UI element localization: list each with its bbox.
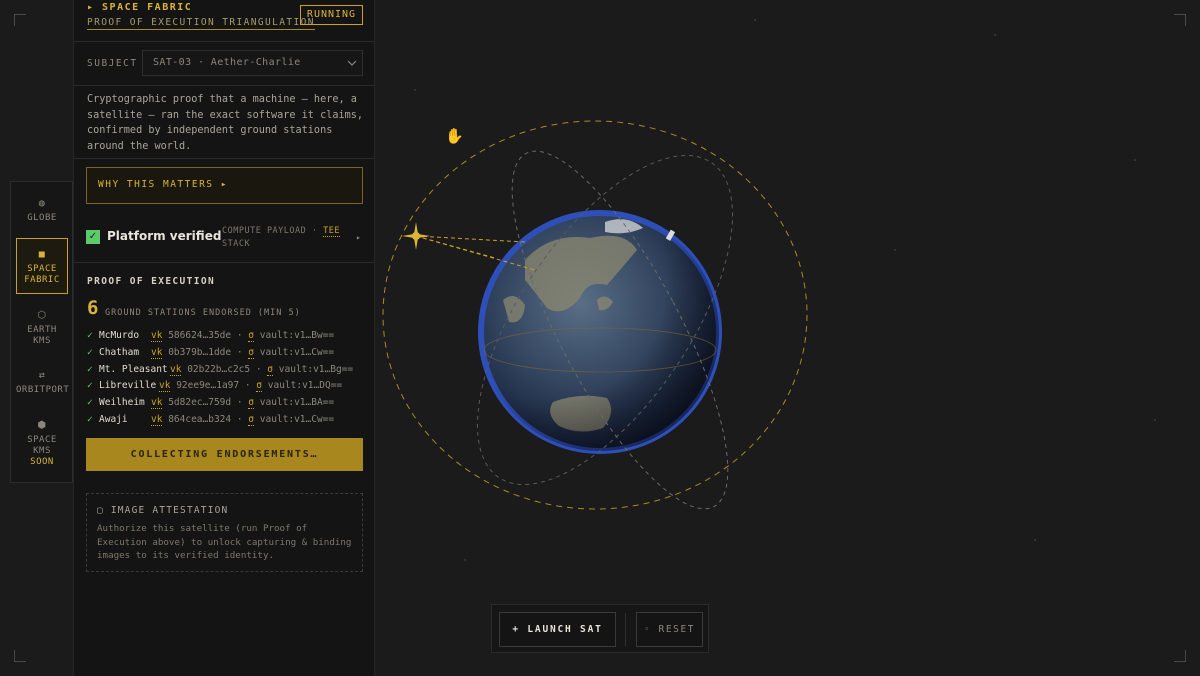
platform-verified-row[interactable]: ✓ Platform verified COMPUTE PAYLOAD · TE… [86, 225, 366, 253]
station-list: ✓ McMurdo vk 586624…35de · σ vault:v1…Bw… [87, 330, 372, 431]
station-keys: vk 586624…35de · σ vault:v1…Bw== [151, 330, 335, 342]
check-icon: ✓ [87, 363, 93, 375]
space-fabric-panel: ▸ SPACE FABRIC PROOF OF EXECUTION TRIANG… [73, 0, 375, 676]
station-keys: vk 5d82ec…759d · σ vault:v1…BA== [151, 397, 335, 410]
station-name: Weilheim [99, 397, 145, 409]
station-keys: vk 92ee9e…1a97 · σ vault:v1…DQ== [159, 380, 343, 393]
subject-row: SUBJECT SAT-03 · Aether-Charlie [74, 42, 374, 86]
attestation-text: Authorize this satellite (run Proof of E… [97, 523, 352, 561]
rail-item-label: SPACE KMS [27, 435, 57, 456]
station-name: Chatham [99, 346, 140, 358]
rail-item-label: EARTH KMS [27, 325, 57, 346]
hexagon-filled-icon: ⬢ [37, 420, 47, 431]
station-keys: vk 0b379b…1dde · σ vault:v1…Cw== [151, 346, 335, 359]
tee-link[interactable]: TEE [323, 226, 340, 237]
rail-item-globe[interactable]: ◍ GLOBE [16, 198, 68, 242]
platform-meta: COMPUTE PAYLOAD · TEE STACK [222, 225, 352, 251]
why-this-matters-button[interactable]: WHY THIS MATTERS ▸ [86, 167, 363, 204]
platform-verified-label: Platform verified [107, 229, 222, 243]
station-keys: vk 864cea…b324 · σ vault:v1…Cw== [151, 413, 335, 426]
station-name: McMurdo [99, 330, 140, 341]
corner-mark [14, 14, 26, 26]
station-name: Libreville [99, 380, 157, 392]
expand-arrow-icon[interactable]: ▸ [356, 233, 361, 242]
divider [625, 613, 626, 646]
subject-select-value: SAT-03 · Aether-Charlie [153, 57, 301, 68]
list-item: ✓ Chatham vk 0b379b…1dde · σ vault:v1…Cw… [87, 346, 372, 364]
check-icon: ✓ [87, 413, 93, 425]
divider [74, 262, 374, 263]
reset-button[interactable]: ◦ RESET [636, 612, 703, 647]
check-icon: ✓ [87, 330, 93, 341]
rail-item-label: GLOBE [27, 213, 57, 223]
check-icon: ✓ [87, 397, 93, 409]
description-text: Cryptographic proof that a machine — her… [87, 94, 364, 152]
station-keys: vk 02b22b…c2c5 · σ vault:v1…Bg== [170, 363, 354, 376]
swap-icon: ⇄ [38, 370, 46, 381]
collect-endorsements-button[interactable]: COLLECTING ENDORSEMENTS… [86, 438, 363, 471]
hexagon-icon: ⬡ [37, 310, 47, 321]
check-icon: ✓ [87, 346, 93, 358]
check-icon: ✓ [86, 230, 100, 244]
chevron-down-icon [347, 51, 357, 85]
globe-scene[interactable] [375, 0, 1200, 676]
platform-meta-prefix: COMPUTE PAYLOAD · [222, 226, 318, 236]
panel-title: ▸ SPACE FABRIC [87, 2, 193, 13]
corner-mark [14, 650, 26, 662]
endorsement-count: 6 [87, 297, 99, 319]
image-attestation-card: ▢ IMAGE ATTESTATION Authorize this satel… [86, 493, 363, 572]
list-item: ✓ Mt. Pleasant vk 02b22b…c2c5 · σ vault:… [87, 363, 372, 381]
globe-icon: ◍ [38, 198, 46, 209]
rail-item-space-kms[interactable]: ⬢ SPACE KMS SOON [16, 420, 68, 476]
station-name: Awaji [99, 413, 128, 425]
panel-header: ▸ SPACE FABRIC PROOF OF EXECUTION TRIANG… [74, 0, 374, 42]
attestation-title: ▢ IMAGE ATTESTATION [97, 505, 229, 516]
panel-subtitle: PROOF OF EXECUTION TRIANGULATION [87, 17, 315, 30]
controls-bar: + LAUNCH SAT ◦ RESET [491, 604, 709, 653]
check-icon: ✓ [87, 380, 93, 392]
globe-visualization [382, 19, 1156, 621]
subject-label: SUBJECT [87, 58, 138, 69]
endorsement-count-label: GROUND STATIONS ENDORSED (MIN 5) [105, 308, 301, 318]
list-item: ✓ McMurdo vk 586624…35de · σ vault:v1…Bw… [87, 330, 372, 347]
rail-item-earth-kms[interactable]: ⬡ EARTH KMS [16, 310, 68, 354]
platform-meta-suffix: STACK [222, 239, 251, 249]
list-item: ✓ Awaji vk 864cea…b324 · σ vault:v1…Cw== [87, 413, 372, 431]
list-item: ✓ Weilheim vk 5d82ec…759d · σ vault:v1…B… [87, 397, 372, 414]
hand-cursor-icon: ✋ [445, 127, 464, 145]
rail-item-label: ORBITPORT [16, 385, 70, 395]
fabric-icon: ■ [38, 249, 46, 260]
status-badge: RUNNING [300, 5, 363, 25]
rail-item-label: SPACE FABRIC [24, 264, 60, 285]
rail-item-space-fabric[interactable]: ■ SPACE FABRIC [16, 238, 68, 294]
rail-item-orbitport[interactable]: ⇄ ORBITPORT [16, 370, 70, 402]
subject-select[interactable]: SAT-03 · Aether-Charlie [142, 50, 363, 76]
side-rail: ◍ GLOBE ■ SPACE FABRIC ⬡ EARTH KMS ⇄ ORB… [10, 181, 73, 483]
list-item: ✓ Libreville vk 92ee9e…1a97 · σ vault:v1… [87, 380, 372, 397]
station-name: Mt. Pleasant [99, 363, 168, 375]
proof-title: PROOF OF EXECUTION [87, 276, 216, 287]
soon-badge: SOON [30, 457, 54, 467]
launch-sat-button[interactable]: + LAUNCH SAT [499, 612, 616, 647]
divider [74, 158, 374, 159]
